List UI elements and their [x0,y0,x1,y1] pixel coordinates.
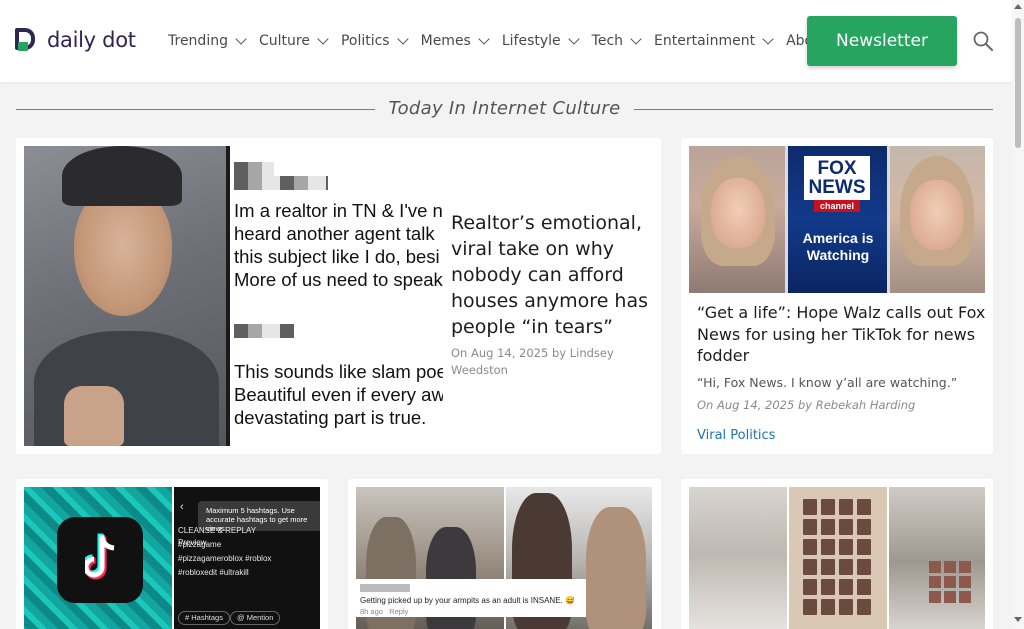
side-article-card[interactable]: FOX NEWS channel America is Watching “Ge… [681,138,993,454]
hero-article-image[interactable]: Im a realtor in TN & I've n heard anothe… [24,146,443,446]
tiktok-pattern-bg [24,487,172,629]
hashtag-line: CLEANSE & REPLAY [178,526,257,535]
hashtag-line: #pizzagame [178,540,222,549]
hashtag-pill: # Hashtags [178,611,230,625]
nav-about[interactable]: About [786,33,808,49]
side-byline: On Aug 14, 2025 by Rebekah Harding [697,398,916,412]
scroll-thumb[interactable] [1015,18,1021,148]
site-header: daily dot Trending Culture Politics Meme… [0,0,1012,82]
nav-label: Lifestyle [501,33,561,49]
nav-label: Trending [168,33,228,49]
chevron-down-icon [396,33,409,45]
chevron-down-icon [478,33,490,45]
tiktok-article-image[interactable]: ‹ Maximum 5 hashtags. Use accurate hasht… [24,487,320,629]
fox-brand-text: FOX NEWS [804,156,870,200]
image-text-line: this subject like I do, besi [234,246,440,267]
hashtag-line: #pizzagameroblox #roblox [178,554,272,563]
section-heading: Today In Internet Culture [16,96,993,124]
mention-pill: @ Mention [230,611,281,625]
hashtag-line: #robloxedit #ultrakill [178,568,249,577]
logo-text: daily dot [47,28,136,52]
hero-byline: On Aug 14, 2025 by Lindsey Weedston [451,346,614,377]
article-card[interactable]: Getting picked up by your armpits as an … [348,479,661,629]
nav-label: About [786,33,808,49]
back-arrow-icon: ‹ [180,501,184,513]
article-card[interactable]: ‹ Maximum 5 hashtags. Use accurate hasht… [16,479,328,629]
hope-walz-photo-right [890,146,985,293]
logo-mark-icon [15,28,41,52]
category-link[interactable]: Viral Politics [697,428,775,443]
hope-walz-photo-left [689,146,785,293]
wedding-board-photo [789,487,887,629]
hero-article-card[interactable]: Im a realtor in TN & I've n heard anothe… [16,138,661,454]
image-text-line: heard another agent talk [234,223,435,244]
image-text-line: devastating part is true. [234,407,427,428]
nav-label: Entertainment [654,33,756,49]
side-article-image[interactable]: FOX NEWS channel America is Watching [689,146,985,293]
image-text-line: This sounds like slam poe [234,361,443,382]
divider-line [16,109,375,110]
image-text-line: More of us need to speak [234,269,443,290]
plane-article-image[interactable]: Getting picked up by your armpits as an … [356,487,652,629]
chevron-down-icon [235,33,247,45]
wedding-table-photo [689,487,787,629]
nav-culture[interactable]: Culture [258,33,329,49]
nav-entertainment[interactable]: Entertainment [654,33,774,49]
nav-label: Tech [591,33,624,49]
fox-news-logo: FOX NEWS channel [804,156,870,216]
wedding-guest-photo [889,487,985,629]
nav-label: Memes [420,33,471,49]
page-scrollbar[interactable] [1012,0,1024,629]
image-text-line: Im a realtor in TN & I've n [234,200,443,221]
chevron-down-icon [630,33,642,45]
comment-overlay: Getting picked up by your armpits as an … [356,579,586,617]
daily-dot-logo[interactable]: daily dot [15,28,136,52]
scroll-up-arrow-icon[interactable] [1014,4,1022,9]
section-title: Today In Internet Culture [388,98,621,119]
screenshot-text-panel: Im a realtor in TN & I've n heard anothe… [230,146,443,446]
nav-tech[interactable]: Tech [591,33,642,49]
comment-text: Getting picked up by your armpits as an … [360,596,575,605]
tiktok-logo-icon [57,517,143,603]
nav-lifestyle[interactable]: Lifestyle [501,33,580,49]
article-card[interactable] [681,479,993,629]
fox-tagline: America is Watching [802,230,874,263]
divider-line [634,109,993,110]
nav-label: Politics [340,33,390,49]
comment-time: 8h ago [360,607,383,616]
nav-trending[interactable]: Trending [168,33,247,49]
hero-headline[interactable]: Realtor’s emotional, viral take on why n… [451,210,651,340]
fox-news-panel: FOX NEWS channel America is Watching [788,146,887,293]
comment-reply: Reply [389,607,409,616]
nav-memes[interactable]: Memes [420,33,490,49]
chevron-down-icon [568,33,580,45]
main-nav: Trending Culture Politics Memes Lifestyl… [168,20,808,60]
side-headline[interactable]: “Get a life”: Hope Walz calls out Fox Ne… [697,302,987,367]
tiktok-hashtag-panel: ‹ Maximum 5 hashtags. Use accurate hasht… [174,487,320,629]
fox-channel-text: channel [814,200,860,212]
chevron-down-icon [317,33,329,45]
search-icon[interactable] [973,31,993,51]
realtor-photo [24,146,226,446]
newsletter-button[interactable]: Newsletter [807,16,957,66]
chevron-down-icon [762,33,774,45]
image-text-line: Beautiful even if every aw [234,384,443,405]
nav-label: Culture [258,33,310,49]
scroll-down-arrow-icon[interactable] [1014,617,1022,622]
side-excerpt: “Hi, Fox News. I know y’all are watching… [697,375,958,390]
wedding-article-image[interactable] [689,487,985,629]
nav-politics[interactable]: Politics [340,33,409,49]
